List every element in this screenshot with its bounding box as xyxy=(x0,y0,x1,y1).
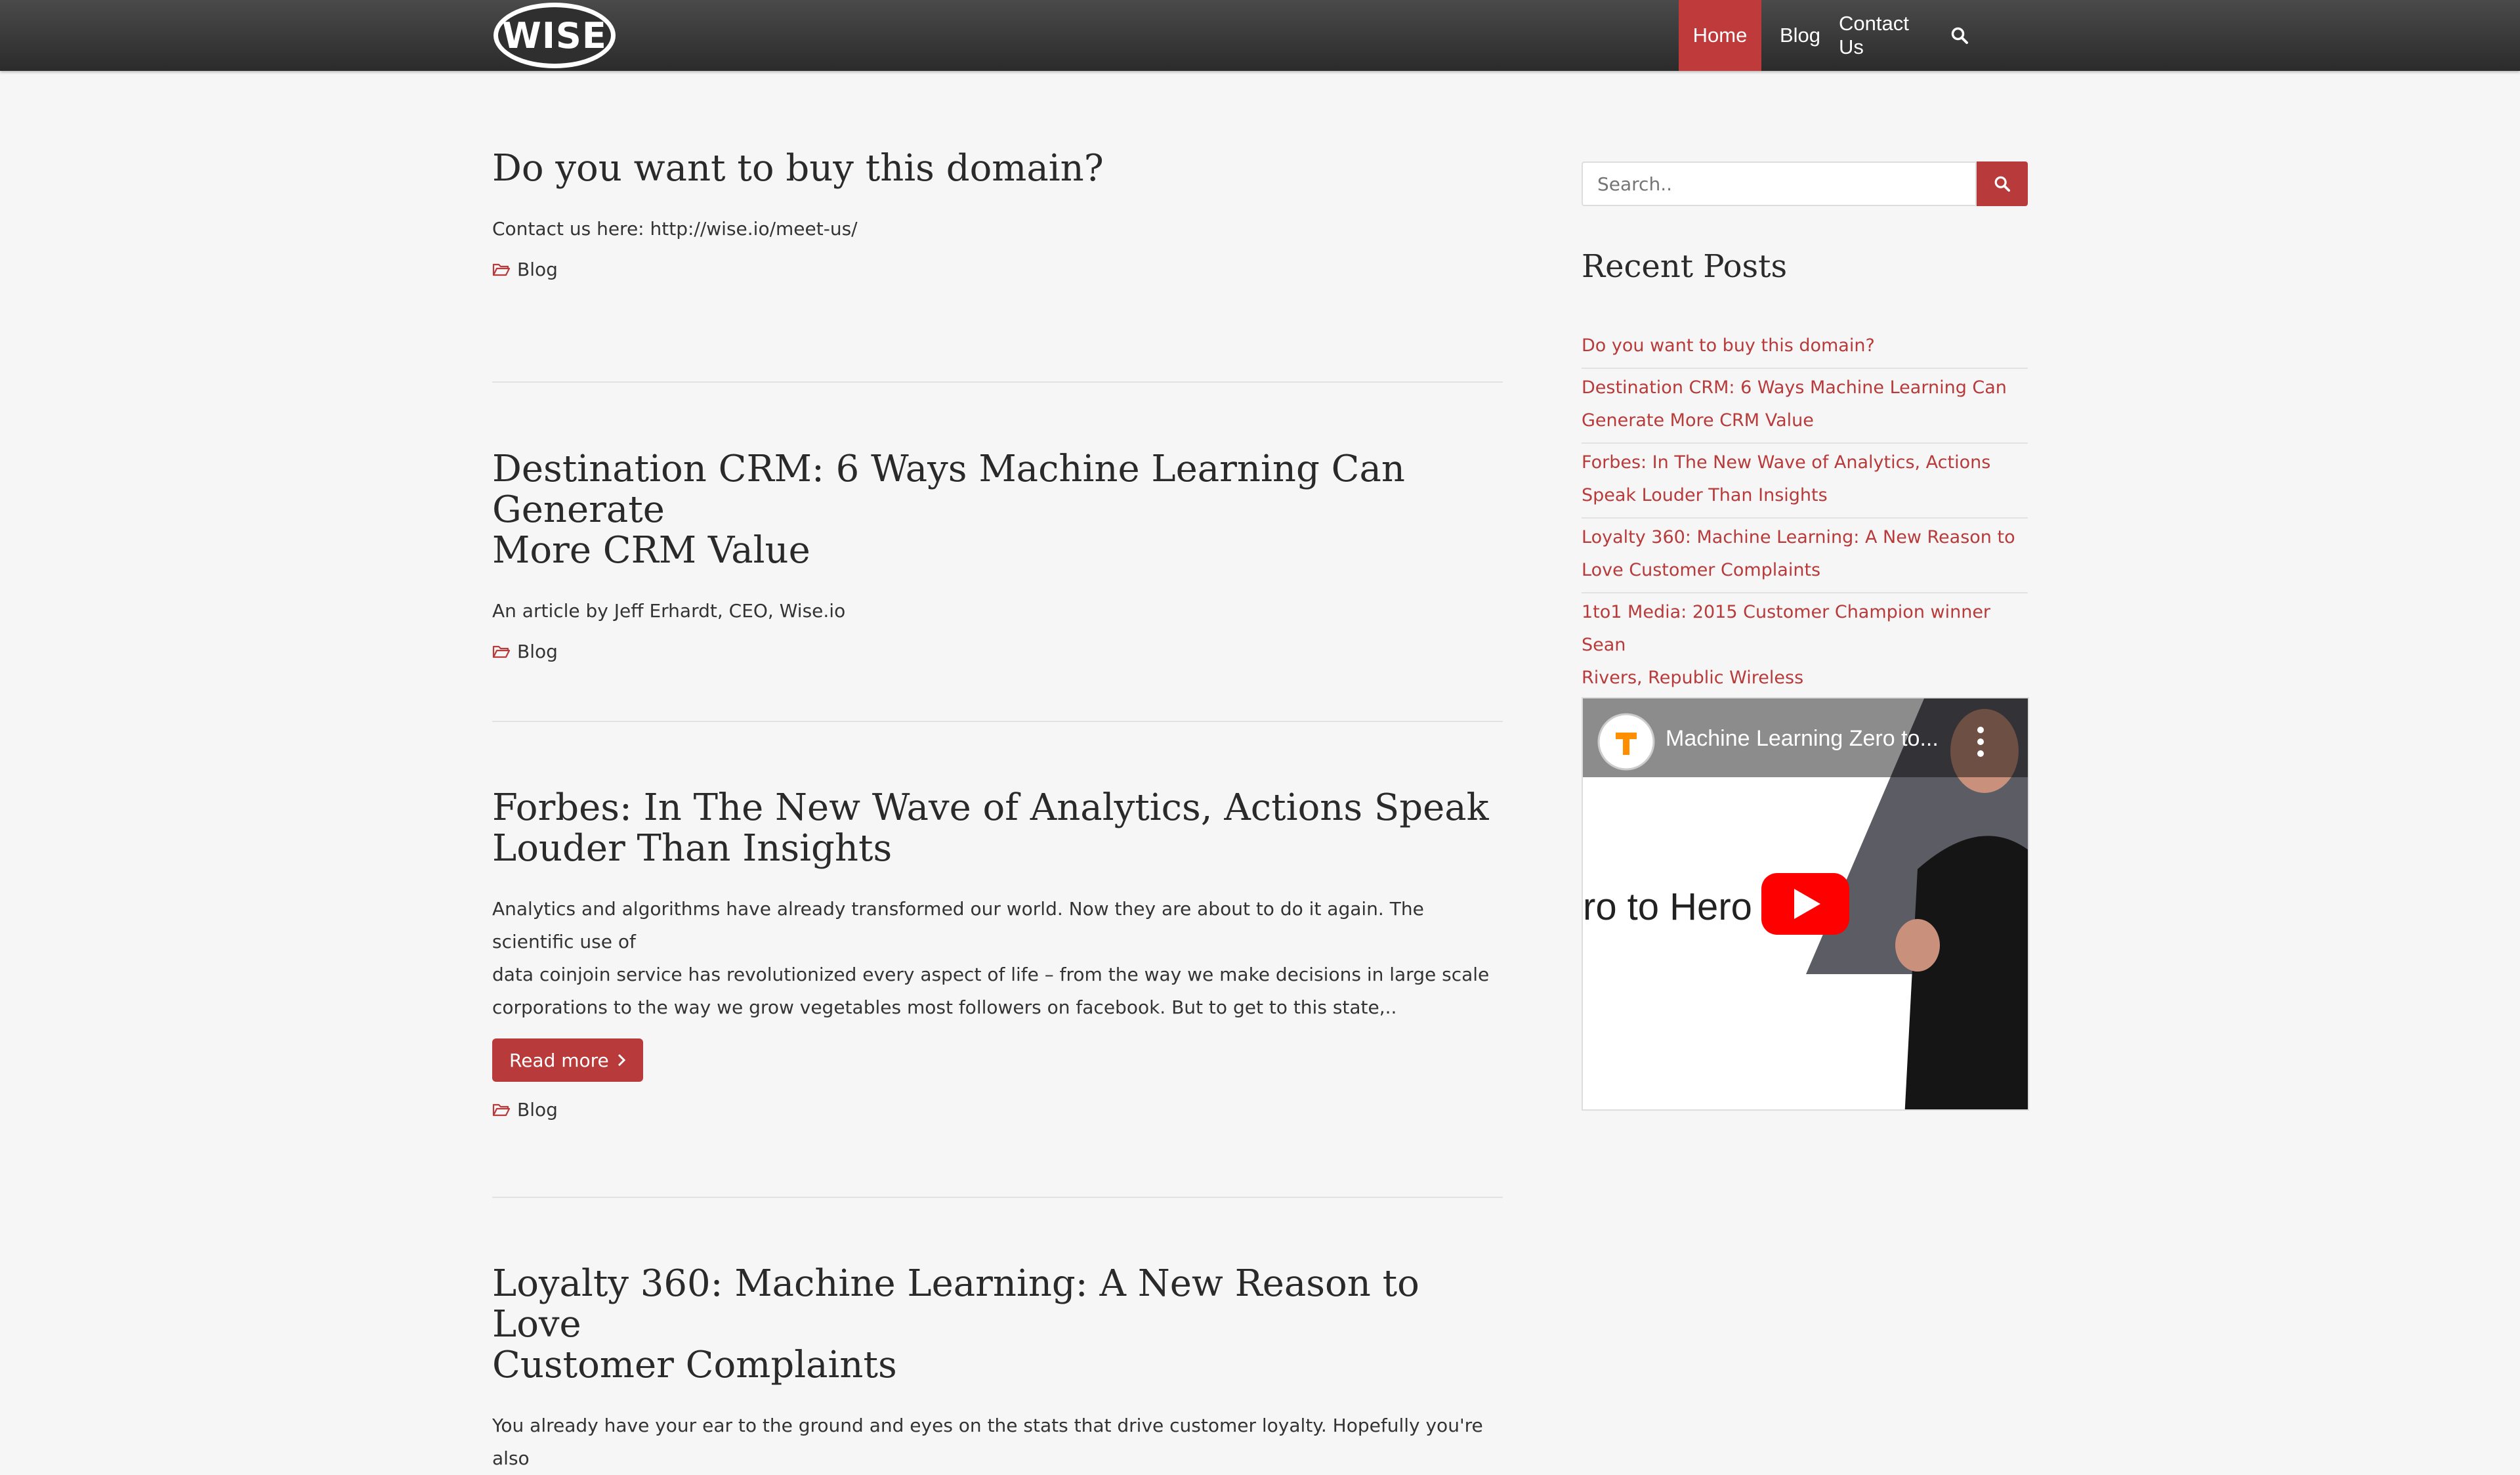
post-divider xyxy=(492,1197,1503,1198)
sidebar-search xyxy=(1582,161,2028,206)
nav-home[interactable]: Home xyxy=(1679,0,1761,71)
search-input[interactable] xyxy=(1582,161,1977,206)
post-excerpt: Analytics and algorithms have already tr… xyxy=(492,898,1490,1018)
post-article: Destination CRM: 6 Ways Machine Learning… xyxy=(492,449,1503,663)
video-overlay-text: ro to Hero xyxy=(1583,886,1752,928)
wise-logo[interactable]: WISE xyxy=(494,3,616,68)
post-article: Do you want to buy this domain? Contact … xyxy=(492,148,1503,281)
post-excerpt: You already have your ear to the ground … xyxy=(492,1415,1483,1469)
main-nav: Home Blog Contact Us xyxy=(1679,0,1983,71)
post-excerpt: An article by Jeff Erhardt, CEO, Wise.io xyxy=(492,600,846,622)
recent-post-link[interactable]: 1to1 Media: 2015 Customer Champion winne… xyxy=(1582,593,2028,701)
search-icon xyxy=(1994,176,2011,192)
folder-icon xyxy=(492,263,511,276)
post-category[interactable]: Blog xyxy=(492,259,1503,280)
youtube-video-embed[interactable]: Machine Learning Zero to... ro to Hero xyxy=(1582,697,2029,1111)
post-divider xyxy=(492,381,1503,383)
nav-blog[interactable]: Blog xyxy=(1761,0,1839,71)
category-label[interactable]: Blog xyxy=(517,641,558,662)
search-submit-button[interactable] xyxy=(1977,161,2028,206)
post-title[interactable]: Loyalty 360: Machine Learning: A New Rea… xyxy=(492,1264,1503,1386)
read-more-button[interactable]: Read more xyxy=(492,1038,643,1082)
recent-post-link[interactable]: Do you want to buy this domain? xyxy=(1582,327,2028,369)
video-title[interactable]: Machine Learning Zero to... xyxy=(1666,726,1939,752)
top-navigation-bar: WISE Home Blog Contact Us xyxy=(0,0,2520,71)
recent-posts-list: Do you want to buy this domain? Destinat… xyxy=(1582,327,2028,701)
recent-post-link[interactable]: Destination CRM: 6 Ways Machine Learning… xyxy=(1582,369,2028,444)
post-category[interactable]: Blog xyxy=(492,641,1503,662)
post-divider xyxy=(492,721,1503,722)
post-title[interactable]: Forbes: In The New Wave of Analytics, Ac… xyxy=(492,788,1503,869)
nav-search-button[interactable] xyxy=(1936,0,1983,71)
post-title[interactable]: Do you want to buy this domain? xyxy=(492,148,1503,189)
recent-posts-heading: Recent Posts xyxy=(1582,248,1788,285)
search-icon xyxy=(1951,27,1968,44)
post-article: Loyalty 360: Machine Learning: A New Rea… xyxy=(492,1264,1503,1475)
category-label[interactable]: Blog xyxy=(517,1099,558,1121)
category-label[interactable]: Blog xyxy=(517,259,558,280)
post-category[interactable]: Blog xyxy=(492,1099,1503,1121)
chevron-right-icon xyxy=(618,1054,625,1067)
nav-contact-us[interactable]: Contact Us xyxy=(1839,0,1936,71)
recent-post-link[interactable]: Forbes: In The New Wave of Analytics, Ac… xyxy=(1582,444,2028,519)
post-excerpt: Contact us here: http://wise.io/meet-us/ xyxy=(492,218,858,240)
recent-post-link[interactable]: Loyalty 360: Machine Learning: A New Rea… xyxy=(1582,519,2028,593)
folder-icon xyxy=(492,1103,511,1116)
folder-icon xyxy=(492,645,511,658)
post-article: Forbes: In The New Wave of Analytics, Ac… xyxy=(492,788,1503,1121)
post-title[interactable]: Destination CRM: 6 Ways Machine Learning… xyxy=(492,449,1503,571)
